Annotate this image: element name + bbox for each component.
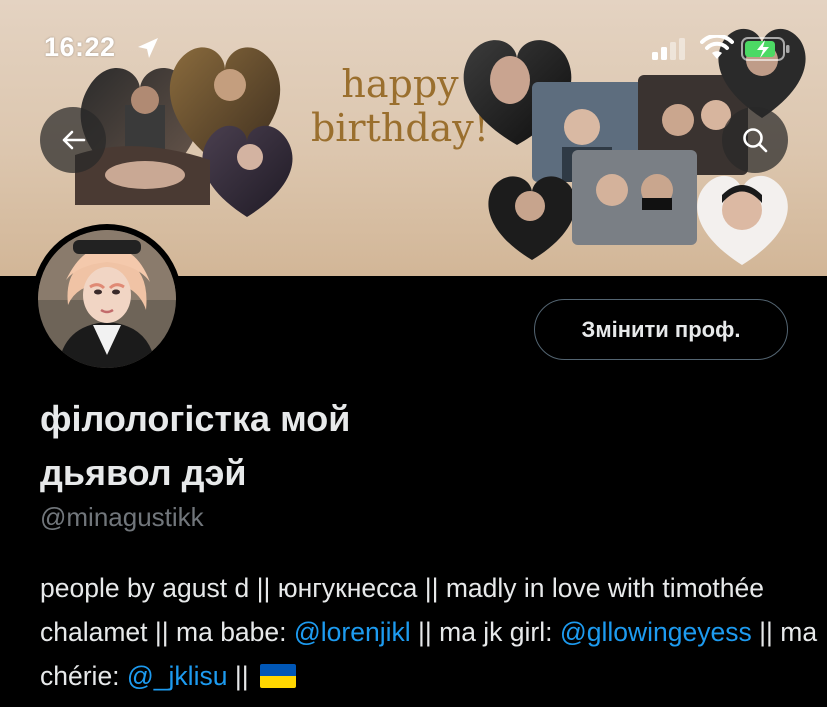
- bio-text: || ma jk girl:: [410, 617, 560, 647]
- mention-link[interactable]: @_jklisu: [127, 661, 228, 691]
- search-icon: [743, 128, 768, 153]
- mention-link[interactable]: @gllowingeyess: [560, 617, 752, 647]
- display-name-line1: філологістка мой: [40, 398, 351, 439]
- avatar[interactable]: [32, 224, 182, 374]
- ukraine-flag-icon: [259, 664, 296, 688]
- banner-photo: [690, 165, 795, 265]
- battery-charging-icon: [741, 36, 791, 62]
- location-arrow-icon: [136, 36, 160, 60]
- banner-photo: [712, 18, 812, 118]
- display-name: філологістка мой дьявол дэй: [40, 392, 600, 500]
- banner-photo: [195, 112, 300, 217]
- search-button[interactable]: [722, 107, 788, 173]
- bio-text: ||: [227, 661, 256, 691]
- display-name-line2: дьявол дэй: [40, 452, 247, 493]
- back-arrow-icon: [62, 130, 86, 150]
- banner-photo: [572, 150, 697, 245]
- banner-photo: [482, 168, 582, 260]
- profile-bio: people by agust d || юнгукнесса || madly…: [40, 566, 820, 698]
- user-handle: @minagustikk: [40, 502, 204, 532]
- mention-link[interactable]: @lorenjikl: [294, 617, 411, 647]
- cellular-signal-icon: [652, 38, 692, 60]
- back-button[interactable]: [40, 107, 106, 173]
- status-time: 16:22: [44, 32, 116, 62]
- edit-profile-button[interactable]: Змінити проф.: [534, 299, 788, 360]
- wifi-icon: [700, 33, 734, 61]
